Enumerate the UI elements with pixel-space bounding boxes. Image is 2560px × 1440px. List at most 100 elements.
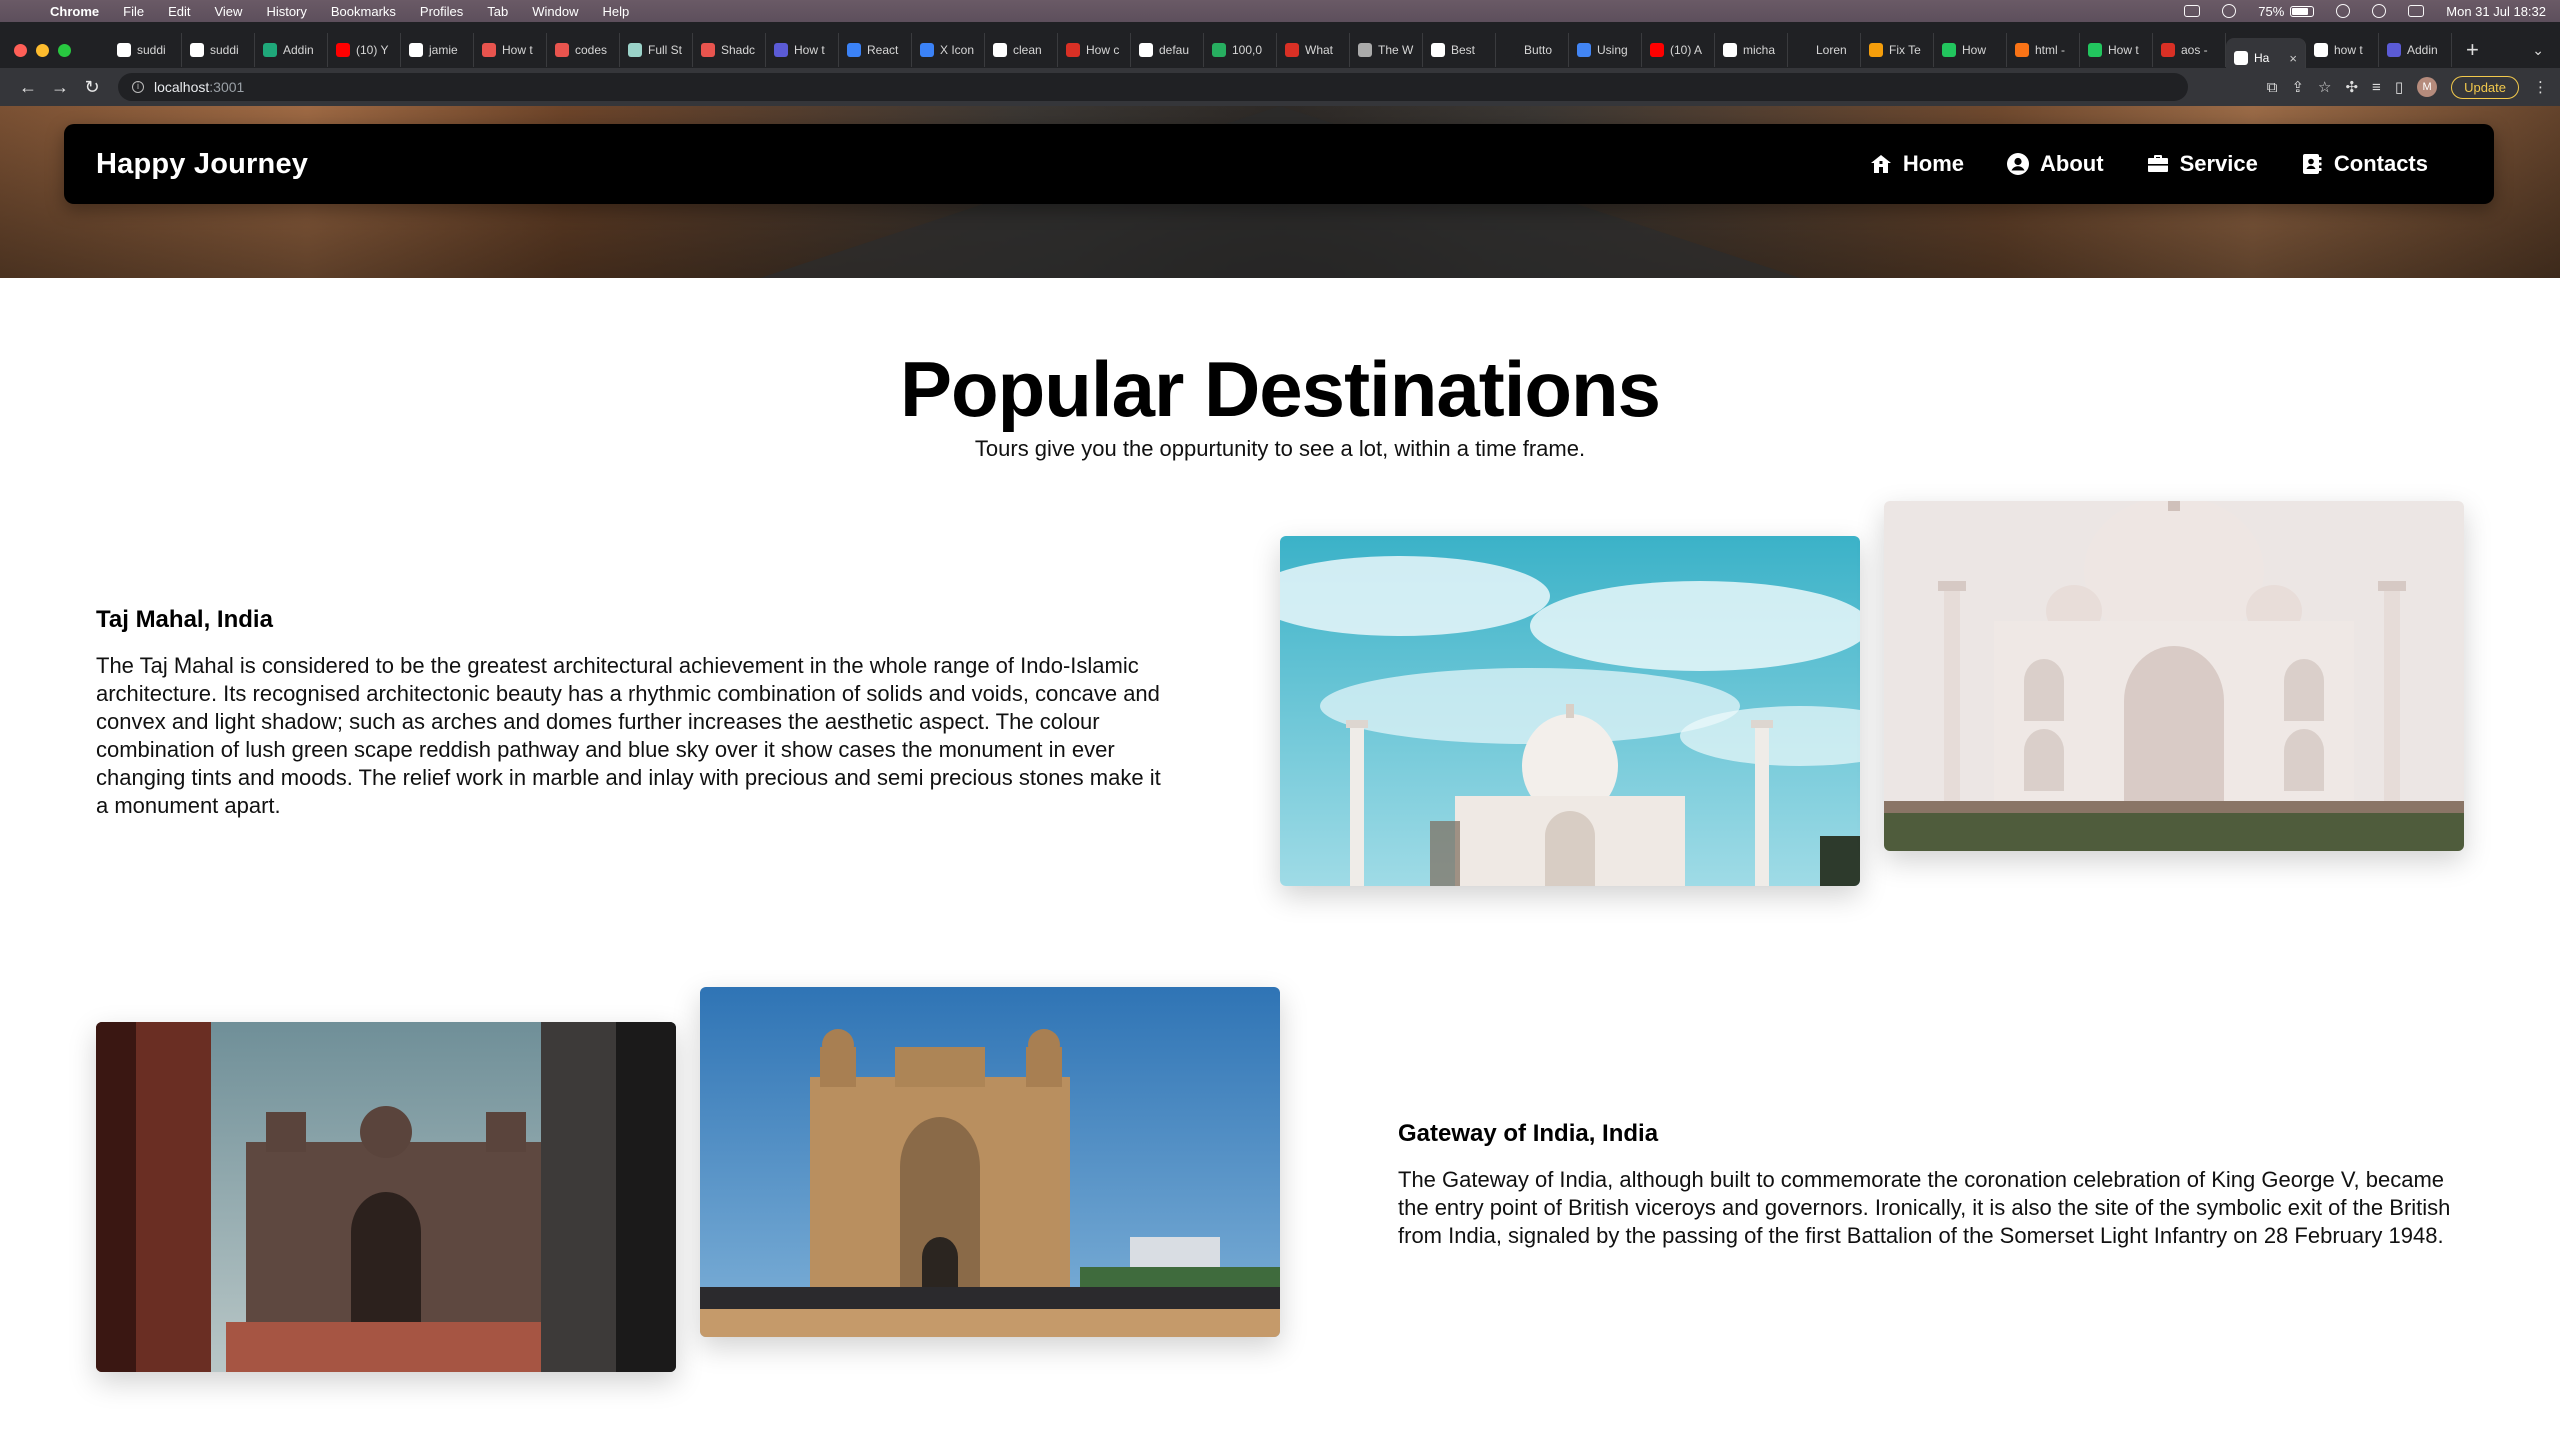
tab-title: Addin [2407, 43, 2438, 57]
browser-tab[interactable]: aos - [2153, 33, 2226, 67]
tab-title: clean [1013, 43, 1042, 57]
browser-tab[interactable]: Addin [2379, 33, 2452, 67]
forward-arrow-icon[interactable]: → [44, 77, 76, 98]
tab-title: Ha [2254, 51, 2270, 65]
nav-service[interactable]: Service [2146, 151, 2258, 177]
menu-profiles[interactable]: Profiles [420, 4, 463, 19]
tab-title: What [1305, 43, 1334, 57]
apple-logo-icon[interactable] [14, 4, 28, 18]
browser-tab[interactable]: suddi [109, 33, 182, 67]
browser-tab[interactable]: how t [2306, 33, 2379, 67]
control-center-icon[interactable] [2408, 5, 2425, 17]
menu-view[interactable]: View [214, 4, 242, 19]
menu-history[interactable]: History [266, 4, 306, 19]
close-window-button[interactable] [14, 43, 27, 57]
tab-favicon-icon [1431, 43, 1445, 57]
close-tab-icon[interactable]: × [2289, 51, 2297, 66]
browser-tab[interactable]: Full St [620, 33, 693, 67]
reload-icon[interactable]: ↻ [76, 77, 108, 98]
os-menubar: Chrome File Edit View History Bookmarks … [0, 0, 2560, 22]
browser-tab[interactable]: Using [1569, 33, 1642, 67]
back-arrow-icon[interactable]: ← [12, 77, 44, 98]
browser-tab[interactable]: Butto [1496, 33, 1569, 67]
browser-tab[interactable]: 100,0 [1204, 33, 1277, 67]
menu-file[interactable]: File [123, 4, 144, 19]
side-panel-icon[interactable]: ▯ [2395, 78, 2403, 96]
tab-title: jamie [429, 43, 458, 57]
browser-tab[interactable]: Loren [1788, 33, 1861, 67]
battery-status[interactable]: 75% [2258, 4, 2315, 19]
browser-tab[interactable]: Addin [255, 33, 328, 67]
tab-favicon-icon [117, 43, 131, 57]
nav-home[interactable]: Home [1869, 151, 1964, 177]
browser-tab[interactable]: React [839, 33, 912, 67]
menu-bookmarks[interactable]: Bookmarks [331, 4, 396, 19]
minimize-window-button[interactable] [36, 43, 49, 57]
browser-tab[interactable]: (10) Y [328, 33, 401, 67]
site-info-icon[interactable]: i [132, 81, 144, 93]
nav-links: Home About Service Contacts [1869, 151, 2428, 177]
profile-avatar[interactable]: M [2417, 77, 2438, 97]
tab-favicon-icon [2234, 51, 2248, 65]
site-brand[interactable]: Happy Journey [96, 148, 308, 181]
browser-tab[interactable]: How c [1058, 33, 1131, 67]
play-icon[interactable] [2222, 4, 2237, 18]
update-button[interactable]: Update [2451, 75, 2519, 99]
browser-tab[interactable]: Fix Te [1861, 33, 1934, 67]
browser-tab[interactable]: Shadc [693, 33, 766, 67]
spotlight-search-icon[interactable] [2372, 4, 2387, 18]
browser-tab[interactable]: jamie [401, 33, 474, 67]
browser-tab[interactable]: clean [985, 33, 1058, 67]
reading-list-icon[interactable]: ≡ [2372, 79, 2381, 96]
clock[interactable]: Mon 31 Jul 18:32 [2446, 4, 2546, 19]
tab-favicon-icon [993, 43, 1007, 57]
wifi-icon[interactable] [2336, 4, 2351, 18]
address-bar[interactable]: i localhost:3001 [118, 73, 2188, 101]
tab-favicon-icon [1358, 43, 1372, 57]
menu-help[interactable]: Help [603, 4, 630, 19]
destination-text-gateway: The Gateway of India, although built to … [1398, 1167, 2451, 1248]
browser-tab[interactable]: suddi [182, 33, 255, 67]
tab-favicon-icon [1577, 43, 1591, 57]
menu-window[interactable]: Window [532, 4, 578, 19]
browser-tab[interactable]: (10) A [1642, 33, 1715, 67]
briefcase-icon [2147, 155, 2168, 172]
fullscreen-window-button[interactable] [58, 43, 71, 57]
menu-edit[interactable]: Edit [168, 4, 190, 19]
menu-tab[interactable]: Tab [487, 4, 508, 19]
tab-title: How t [2108, 43, 2139, 57]
extensions-puzzle-icon[interactable]: ✣ [2345, 78, 2358, 96]
tab-title: Full St [648, 43, 683, 57]
browser-tab[interactable]: codes [547, 33, 620, 67]
new-tab-button[interactable]: + [2466, 37, 2479, 63]
share-icon[interactable]: ⇪ [2291, 78, 2304, 96]
browser-tab[interactable]: micha [1715, 33, 1788, 67]
destination-title-gateway: Gateway of India, India [1398, 1120, 1659, 1147]
nav-about[interactable]: About [2006, 151, 2104, 177]
browser-tab[interactable]: Best [1423, 33, 1496, 67]
browser-tab[interactable]: What [1277, 33, 1350, 67]
tab-title: Addin [283, 43, 314, 57]
tab-favicon-icon [920, 43, 934, 57]
tab-favicon-icon [336, 43, 350, 57]
browser-tab[interactable]: How t [474, 33, 547, 67]
browser-tab[interactable]: The W [1350, 33, 1423, 67]
cloud-icon[interactable] [2184, 5, 2201, 17]
browser-tab[interactable]: X Icon [912, 33, 985, 67]
tab-favicon-icon [1942, 43, 1956, 57]
taj-mahal-front-photo [1884, 501, 2464, 851]
menu-app-name[interactable]: Chrome [50, 4, 99, 19]
browser-tab[interactable]: How t [766, 33, 839, 67]
browser-tab[interactable]: How t [2080, 33, 2153, 67]
tab-search-chevron-icon[interactable]: ⌄ [2532, 42, 2544, 59]
tab-favicon-icon [2387, 43, 2401, 57]
bookmark-star-icon[interactable]: ☆ [2318, 78, 2331, 96]
more-menu-icon[interactable]: ⋮ [2533, 78, 2548, 96]
tab-title: Butto [1524, 43, 1553, 57]
install-app-icon[interactable]: ⧉ [2267, 79, 2278, 96]
browser-tab[interactable]: html - [2007, 33, 2080, 67]
nav-contacts[interactable]: Contacts [2300, 151, 2428, 177]
browser-tab[interactable]: How [1934, 33, 2007, 67]
tab-favicon-icon [628, 43, 642, 57]
browser-tab[interactable]: defau [1131, 33, 1204, 67]
